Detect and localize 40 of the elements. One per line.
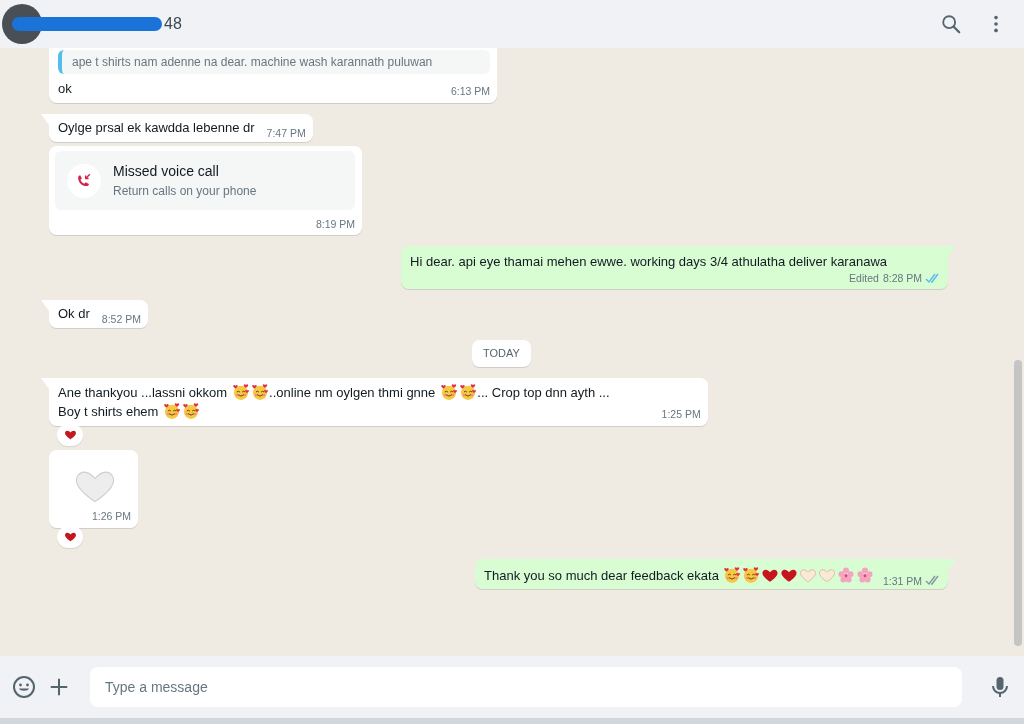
smiling-face-with-hearts-icon [458, 382, 477, 401]
call-subtitle: Return calls on your phone [113, 183, 257, 199]
message-time: 8:52 PM [101, 312, 141, 326]
smiling-face-with-hearts-icon [439, 382, 458, 401]
heart-icon [63, 530, 77, 543]
message-text: ... Crop top dnn ayth ... [477, 384, 610, 400]
message-text: ok [58, 81, 72, 96]
emoji-button[interactable] [12, 675, 36, 699]
message-time: 8:28 PM [882, 271, 922, 285]
message-time: 8:19 PM [315, 217, 355, 231]
smiling-face-with-hearts-icon [231, 382, 250, 401]
edited-label: Edited [849, 271, 879, 285]
smiling-face-with-hearts-icon [162, 401, 181, 420]
message-text: Thank you so much dear feedback ekata [484, 567, 719, 583]
smiling-face-with-hearts-icon [723, 565, 742, 584]
scrollbar-thumb[interactable] [1014, 360, 1022, 646]
attach-button[interactable] [48, 676, 70, 698]
call-title: Missed voice call [113, 162, 220, 180]
date-chip: TODAY [472, 340, 531, 367]
microphone-button[interactable] [990, 675, 1010, 699]
message-time: 1:26 PM [91, 508, 131, 523]
message-time: 1:25 PM [661, 406, 701, 421]
message-text: Oylge prsal ek kawdda lebenne dr [58, 120, 255, 135]
smiling-face-with-hearts-icon [181, 401, 200, 420]
message-text: ..online nm oylgen thmi gnne [269, 384, 436, 400]
heart-icon [63, 428, 77, 441]
message-text: Ok dr [58, 306, 90, 321]
message-time: 1:31 PM [882, 573, 922, 588]
message-time: 7:47 PM [266, 126, 306, 140]
contact-name[interactable]: 48 [164, 12, 182, 36]
message-text: Boy t shirts ehem [58, 403, 159, 419]
flower-icon [837, 565, 856, 584]
message-input[interactable]: Type a message [90, 667, 962, 707]
flower-icon [856, 565, 875, 584]
smiling-face-with-hearts-icon [250, 382, 269, 401]
message-text: Ane thankyou ...lassni okkom [58, 384, 228, 400]
quoted-message: ape t shirts nam adenne na dear. machine wash karannath puluwan [58, 50, 490, 74]
message-time: 6:13 PM [450, 84, 490, 98]
message-text: Hi dear. api eye thamai mehen ewwe. working days 3/4 athulatha deliver karanawa [410, 254, 887, 269]
smiling-face-with-hearts-icon [742, 565, 761, 584]
